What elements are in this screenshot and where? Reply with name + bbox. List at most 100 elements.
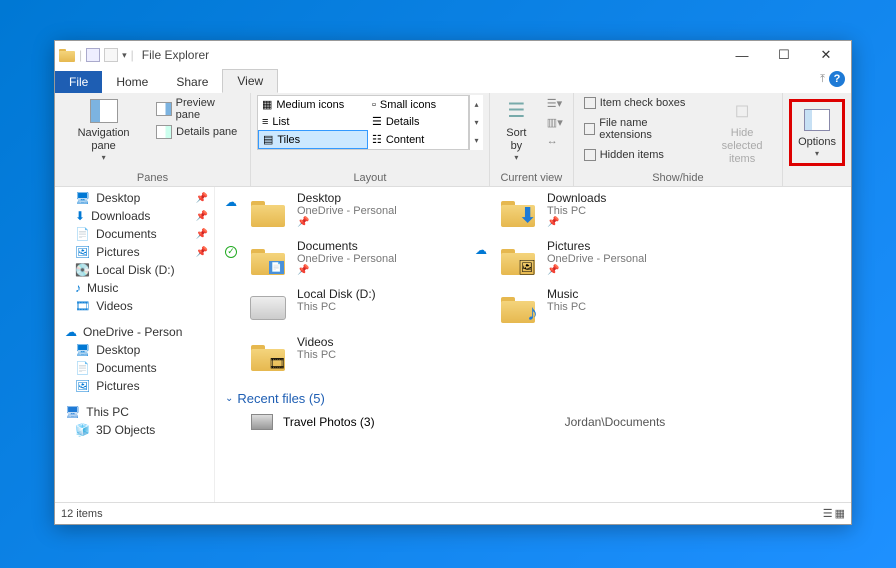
item-check-boxes-toggle[interactable]: Item check boxes: [580, 95, 702, 111]
large-icons-view-button[interactable]: ▦: [835, 507, 845, 520]
tile-location: This PC: [297, 301, 376, 313]
content-pane[interactable]: ☁DesktopOneDrive - Personal📌 ⬇DownloadsTh…: [215, 187, 851, 502]
sidebar-item[interactable]: ♪Music: [55, 279, 214, 297]
list-icon: ≡: [262, 116, 268, 128]
group-current-view: ☰ Sort by ▾ ☰▾ ▥▾ ↔ Current view: [490, 93, 574, 186]
window-title: File Explorer: [142, 48, 209, 62]
pin-icon: 📌: [547, 265, 647, 276]
layout-tiles[interactable]: ▤Tiles: [258, 130, 368, 149]
help-icon[interactable]: ?: [829, 71, 845, 87]
layout-medium-icons[interactable]: ▦Medium icons: [258, 96, 368, 113]
sidebar-item[interactable]: 🎞 Videos: [55, 297, 214, 315]
qat-btn-1[interactable]: [86, 48, 100, 62]
preview-pane-label: Preview pane: [176, 97, 240, 121]
checkbox-icon: [584, 123, 596, 135]
window-controls: — ☐ ✕: [721, 41, 847, 69]
tab-share[interactable]: Share: [162, 71, 222, 93]
showhide-group-label: Show/hide: [580, 170, 776, 186]
groupby-icon: ☰▾: [547, 97, 562, 110]
tile-name: Videos: [297, 335, 336, 349]
sidebar-item-icon: 🎞: [75, 299, 90, 313]
minimize-ribbon-icon[interactable]: ⤒: [820, 73, 825, 86]
sidebar-item-label: Documents: [96, 361, 157, 375]
hide-selected-button[interactable]: ◻ Hide selected items: [708, 95, 776, 169]
folder-tile[interactable]: 🎞VideosThis PC: [225, 335, 455, 377]
sidebar-item[interactable]: 📄Documents: [55, 359, 214, 377]
add-columns-button[interactable]: ▥▾: [543, 114, 567, 131]
sidebar-item[interactable]: 🖼Pictures📌: [55, 243, 214, 261]
layout-up-icon[interactable]: ▴: [470, 95, 483, 113]
tile-name: Pictures: [547, 239, 647, 253]
sync-status-icon: ☁: [225, 191, 239, 209]
sidebar-item[interactable]: 🧊3D Objects: [55, 421, 214, 439]
sidebar-item[interactable]: ⬇Downloads📌: [55, 207, 214, 225]
sidebar-item[interactable]: 🖥Desktop: [55, 341, 214, 359]
tab-view[interactable]: View: [222, 69, 278, 93]
layout-down-icon[interactable]: ▾: [470, 113, 483, 131]
sidebar-item-label: Pictures: [96, 245, 139, 259]
titlebar: | ▾ | File Explorer — ☐ ✕: [55, 41, 851, 69]
sidebar-item-icon: 🖥: [75, 191, 90, 205]
navigation-pane-button[interactable]: Navigation pane ▾: [61, 95, 146, 165]
sidebar-item[interactable]: 🖥Desktop📌: [55, 189, 214, 207]
tab-file[interactable]: File: [55, 71, 102, 93]
layout-more-icon[interactable]: ▾: [470, 132, 483, 150]
folder-tile[interactable]: Local Disk (D:)This PC: [225, 287, 455, 329]
minimize-button[interactable]: —: [721, 41, 763, 69]
qat-separator-2: |: [131, 48, 134, 62]
layout-list[interactable]: ≡List: [258, 113, 368, 130]
disk-icon: [248, 292, 288, 324]
file-name-extensions-toggle[interactable]: File name extensions: [580, 115, 702, 143]
thispc-icon: 🖥: [65, 405, 80, 419]
tile-name: Downloads: [547, 191, 606, 205]
pin-icon: 📌: [196, 193, 208, 204]
folder-tile[interactable]: ♪MusicThis PC: [475, 287, 705, 329]
folder-tile[interactable]: ⬇DownloadsThis PC📌: [475, 191, 705, 233]
qat-dropdown[interactable]: ▾: [122, 50, 127, 61]
sidebar-item-label: Videos: [96, 299, 132, 313]
layout-medium-label: Medium icons: [276, 99, 344, 111]
sidebar-item[interactable]: 🖼Pictures: [55, 377, 214, 395]
details-view-button[interactable]: ☰: [823, 507, 833, 520]
size-columns-button[interactable]: ↔: [543, 133, 567, 149]
sort-by-button[interactable]: ☰ Sort by ▾: [496, 95, 537, 165]
folder-tile[interactable]: ☁DesktopOneDrive - Personal📌: [225, 191, 455, 233]
navigation-sidebar[interactable]: 🖥Desktop📌⬇Downloads📌📄Documents📌🖼Pictures…: [55, 187, 215, 502]
layout-small-label: Small icons: [380, 99, 436, 111]
options-button[interactable]: Options ▾: [794, 104, 840, 161]
statusbar: 12 items ☰ ▦: [55, 502, 851, 524]
hidden-items-toggle[interactable]: Hidden items: [580, 147, 702, 163]
maximize-button[interactable]: ☐: [763, 41, 805, 69]
layout-scroller: ▴ ▾ ▾: [469, 95, 483, 150]
sidebar-item-thispc[interactable]: 🖥 This PC: [55, 403, 214, 421]
preview-pane-button[interactable]: Preview pane: [152, 95, 244, 123]
tab-home[interactable]: Home: [102, 71, 162, 93]
sidebar-item-icon: ♪: [75, 281, 81, 295]
quick-access-toolbar: | ▾ |: [59, 48, 134, 62]
layout-content[interactable]: ☷Content: [368, 130, 468, 149]
folder-tile[interactable]: ☁🖼PicturesOneDrive - Personal📌: [475, 239, 705, 281]
layout-small-icons[interactable]: ▫Small icons: [368, 96, 468, 113]
preview-pane-icon: [156, 102, 172, 116]
layout-details[interactable]: ☰Details: [368, 113, 468, 130]
sidebar-item-label: Local Disk (D:): [96, 263, 175, 277]
sidebar-item[interactable]: 📄Documents📌: [55, 225, 214, 243]
sidebar-item-label: Documents: [96, 227, 157, 241]
sidebar-item-onedrive[interactable]: ☁ OneDrive - Person: [55, 323, 214, 341]
layout-gallery: ▦Medium icons ▫Small icons ≡List ☰Detail…: [257, 95, 469, 150]
recent-file-row[interactable]: Travel Photos (3)Jordan\Documents: [215, 410, 851, 434]
folder-tile[interactable]: ✓📄DocumentsOneDrive - Personal📌: [225, 239, 455, 281]
options-label: Options: [798, 136, 836, 149]
hidden-items-label: Hidden items: [600, 149, 664, 161]
recent-files-header[interactable]: ⌄ Recent files (5): [215, 381, 851, 410]
ribbon: Navigation pane ▾ Preview pane Details p…: [55, 93, 851, 187]
qat-btn-2[interactable]: [104, 48, 118, 62]
pin-icon: 📌: [196, 247, 208, 258]
tile-name: Local Disk (D:): [297, 287, 376, 301]
folder-icon: [248, 196, 288, 228]
details-pane-button[interactable]: Details pane: [152, 123, 244, 141]
close-button[interactable]: ✕: [805, 41, 847, 69]
group-panes: Navigation pane ▾ Preview pane Details p…: [55, 93, 251, 186]
group-by-button[interactable]: ☰▾: [543, 95, 567, 112]
sidebar-item[interactable]: 💽Local Disk (D:): [55, 261, 214, 279]
